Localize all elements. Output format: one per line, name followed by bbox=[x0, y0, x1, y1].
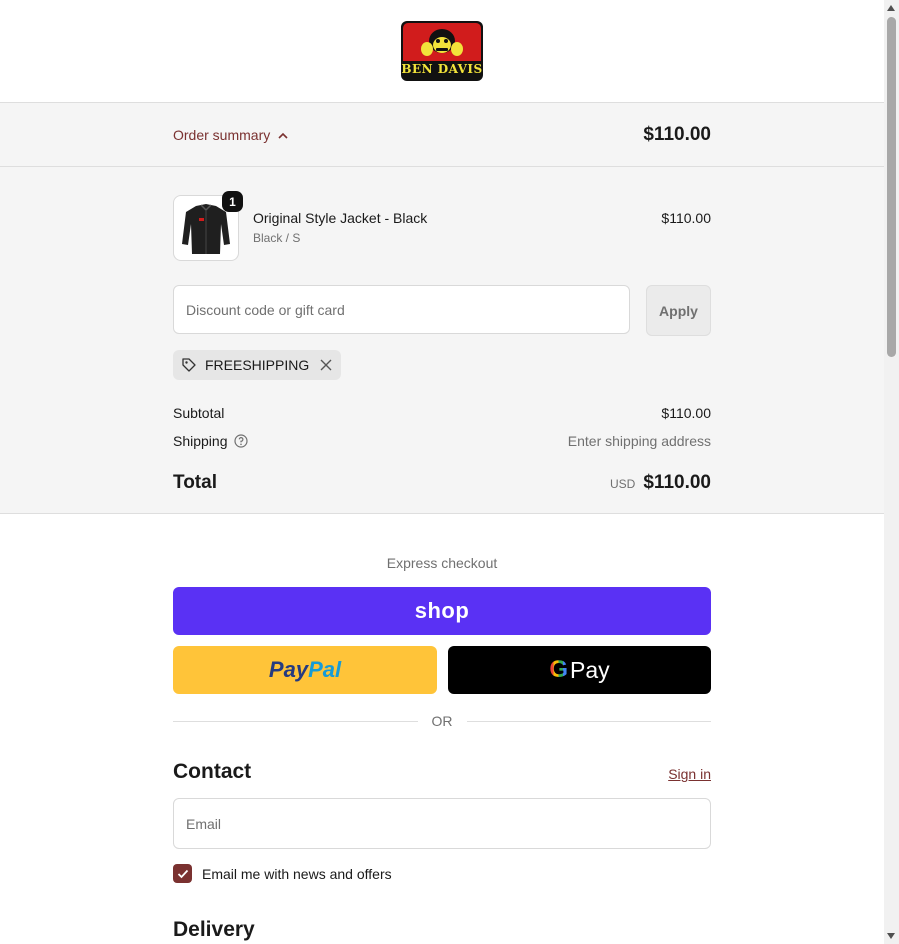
apply-discount-button[interactable]: Apply bbox=[646, 285, 711, 336]
header: BEN DAVIS bbox=[0, 0, 884, 103]
paypal-button[interactable]: PayPal bbox=[173, 646, 437, 694]
or-label: OR bbox=[431, 713, 453, 729]
product-price: $110.00 bbox=[661, 210, 711, 226]
sign-in-link[interactable]: Sign in bbox=[668, 766, 711, 782]
product-variant: Black / S bbox=[253, 231, 301, 245]
checkout-page: BEN DAVIS Order summary $110.00 1 Origin… bbox=[0, 0, 884, 944]
google-pay-button[interactable]: G Pay bbox=[448, 646, 711, 694]
discount-code-input[interactable] bbox=[173, 285, 630, 334]
product-name: Original Style Jacket - Black bbox=[253, 210, 428, 226]
paypal-label-pal: Pal bbox=[308, 657, 342, 682]
subtotal-row: Subtotal $110.00 bbox=[173, 405, 711, 421]
order-summary: 1 Original Style Jacket - Black Black / … bbox=[0, 167, 884, 514]
logo-text: BEN DAVIS bbox=[401, 62, 483, 76]
scroll-up-arrow[interactable] bbox=[887, 5, 895, 11]
order-summary-label: Order summary bbox=[173, 127, 271, 143]
shipping-value: Enter shipping address bbox=[567, 433, 711, 449]
applied-discount-tag: FREESHIPPING bbox=[173, 350, 342, 380]
shipping-row: Shipping Enter shipping address bbox=[173, 433, 711, 449]
order-summary-toggle: Order summary $110.00 bbox=[0, 103, 884, 167]
total-label: Total bbox=[173, 472, 217, 493]
google-g-icon: G bbox=[549, 656, 569, 683]
vertical-scrollbar[interactable] bbox=[884, 0, 899, 944]
or-divider: OR bbox=[173, 713, 711, 729]
contact-title: Contact bbox=[173, 760, 252, 783]
google-pay-label: Pay bbox=[570, 656, 610, 683]
shipping-label: Shipping bbox=[173, 433, 228, 449]
newsletter-label: Email me with news and offers bbox=[202, 866, 392, 882]
express-checkout-label: Express checkout bbox=[386, 555, 498, 571]
quantity-badge: 1 bbox=[222, 191, 243, 212]
order-summary-button[interactable]: Order summary bbox=[173, 127, 288, 143]
scroll-down-arrow[interactable] bbox=[887, 933, 895, 939]
paypal-label-pay: Pay bbox=[268, 657, 309, 682]
shop-pay-button[interactable]: shop bbox=[173, 587, 711, 635]
chevron-up-icon bbox=[278, 132, 288, 139]
checkmark-icon bbox=[177, 869, 188, 878]
email-input[interactable] bbox=[173, 798, 711, 849]
close-icon[interactable] bbox=[319, 358, 333, 372]
newsletter-checkbox[interactable] bbox=[173, 864, 192, 883]
subtotal-value: $110.00 bbox=[661, 405, 711, 421]
delivery-title: Delivery bbox=[173, 918, 255, 941]
tag-icon bbox=[182, 358, 196, 372]
currency-code: USD bbox=[610, 477, 636, 491]
discount-code-label: FREESHIPPING bbox=[205, 357, 310, 373]
scrollbar-thumb[interactable] bbox=[887, 17, 896, 357]
total-row: Total USD $110.00 bbox=[173, 472, 711, 494]
subtotal-label: Subtotal bbox=[173, 405, 225, 421]
brand-logo[interactable]: BEN DAVIS bbox=[401, 21, 483, 81]
help-icon[interactable] bbox=[233, 434, 248, 448]
summary-total: $110.00 bbox=[643, 124, 711, 145]
total-value: $110.00 bbox=[643, 472, 711, 493]
